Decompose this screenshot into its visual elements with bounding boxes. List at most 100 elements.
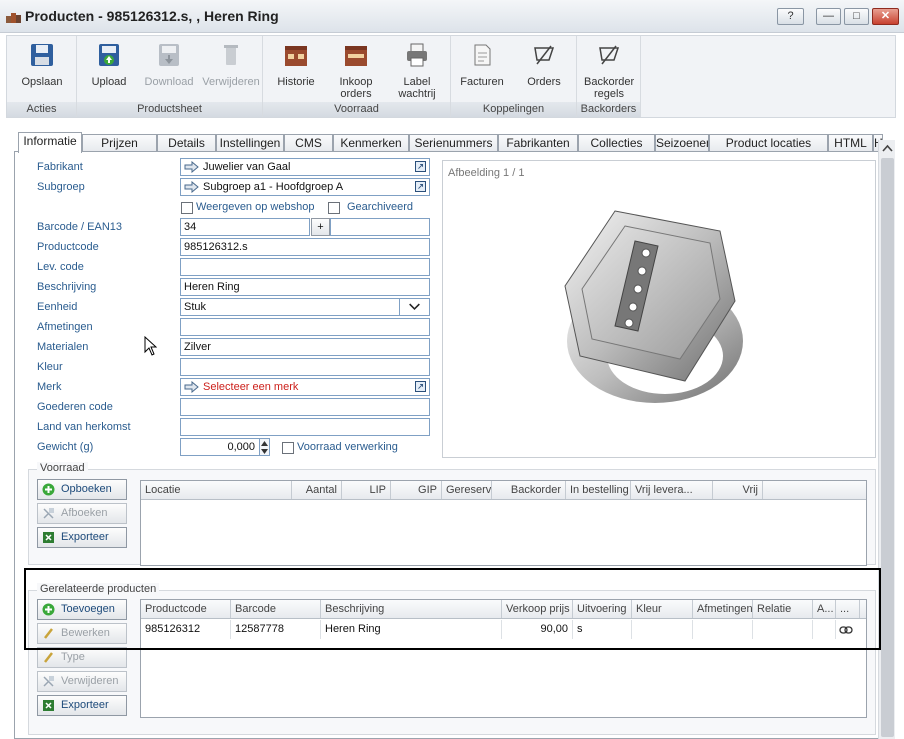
gerelateerd-column-header[interactable]: Barcode [231,600,321,618]
gerelateerd-column-header[interactable]: Relatie [753,600,813,618]
merk-lookup[interactable]: Selecteer een merk [180,378,430,396]
materialen-input[interactable]: Zilver [180,338,430,356]
open-link-icon[interactable] [415,181,426,192]
table-cell-kleur[interactable] [632,620,693,639]
add-barcode-button[interactable]: + [311,218,330,236]
voorraad-column-header[interactable]: Locatie [141,481,292,499]
gerelateerd-column-header[interactable]: Afmetingen [693,600,753,618]
webshop-checkbox[interactable] [181,202,193,214]
eenheid-select[interactable]: Stuk [180,298,430,316]
gerelateerd-column-header[interactable]: Uitvoering [573,600,632,618]
type-button[interactable]: Type [37,647,127,668]
voorraad-column-header[interactable]: Vrij [713,481,763,499]
bewerken-button[interactable]: Bewerken [37,623,127,644]
tab-informatie[interactable]: Informatie [18,132,82,153]
afmetingen-input[interactable] [180,318,430,336]
table-cell-relatie[interactable] [753,620,813,639]
label-queue-button[interactable]: Label wachtrij [388,42,446,100]
voorraad-column-header[interactable]: GIP [391,481,442,499]
kleur-input[interactable] [180,358,430,376]
help-button[interactable]: ? [777,8,804,25]
subgroep-lookup[interactable]: Subgroep a1 - Hoofdgroep A [180,178,430,196]
spin-up-icon[interactable] [261,441,268,446]
download-button[interactable]: Download [140,42,198,88]
tab-instellingen[interactable]: Instellingen [216,134,284,152]
gerelateerd-column-header[interactable]: Beschrijving [321,600,502,618]
gerelateerd-grid[interactable]: Productcode Barcode Beschrijving Verkoop pr… [140,599,867,718]
upload-icon [99,44,119,66]
productcode-input[interactable]: 985126312.s [180,238,430,256]
upload-button[interactable]: Upload [80,42,138,88]
maximize-button[interactable]: □ [844,8,869,25]
gewicht-spinner[interactable] [259,438,270,456]
gerelateerd-column-header[interactable]: ... [836,600,860,618]
voorraad-column-header[interactable]: Vrij levera... [631,481,713,499]
minimize-button[interactable]: — [816,8,841,25]
voorraad-exporteer-button[interactable]: Exporteer [37,527,127,548]
table-cell-uitvoering[interactable]: s [573,620,632,639]
tab-html[interactable]: HTML [828,134,873,152]
table-cell-beschrijving[interactable]: Heren Ring [321,620,502,639]
table-cell-barcode[interactable]: 12587778 [231,620,321,639]
fabrikant-lookup[interactable]: Juwelier van Gaal [180,158,430,176]
gerelateerd-column-header[interactable]: A... [813,600,836,618]
label-fabrikant: Fabrikant [37,161,83,173]
open-link-icon[interactable] [415,381,426,392]
tab-details[interactable]: Details [157,134,216,152]
tab-fabrikanten[interactable]: Fabrikanten [498,134,578,152]
scroll-up-icon[interactable] [882,144,893,152]
table-cell-prijs[interactable]: 90,00 [502,620,573,639]
voorraad-grid[interactable]: LocatieAantalLIPGIPGereserv...BackorderI… [140,480,867,566]
save-button[interactable]: Opslaan [13,42,71,88]
window-title: Producten - 985126312.s, , Heren Ring [25,8,279,24]
voorraad-verwerking-checkbox[interactable] [282,442,294,454]
table-cell-a[interactable] [813,620,836,639]
voorraad-column-header[interactable]: Aantal [292,481,342,499]
opboeken-button[interactable]: Opboeken [37,479,127,500]
purchase-orders-button[interactable]: Inkoop orders [327,42,385,100]
tab-kenmerken[interactable]: Kenmerken [333,134,409,152]
voorraad-column-header[interactable]: Gereserv... [442,481,492,499]
goederen-code-input[interactable] [180,398,430,416]
gerelateerd-exporteer-button[interactable]: Exporteer [37,695,127,716]
link-icon[interactable] [839,626,853,634]
voorraad-column-header[interactable]: In bestelling [566,481,631,499]
spin-down-icon[interactable] [261,449,268,454]
verwijderen-button[interactable]: Verwijderen [37,671,127,692]
ribbon-group-koppelingen: Facturen Orders Koppelingen [451,36,577,117]
beschrijving-input[interactable]: Heren Ring [180,278,430,296]
vertical-scrollbar[interactable] [878,140,895,739]
barcode-extra-input[interactable] [330,218,430,236]
gerelateerd-column-header[interactable]: Productcode [141,600,231,618]
gewicht-input[interactable]: 0,000 [180,438,260,456]
tab-collecties[interactable]: Collecties [578,134,655,152]
close-button[interactable]: ✕ [872,8,899,25]
lev-code-input[interactable] [180,258,430,276]
delete-productsheet-button[interactable]: Verwijderen [202,42,260,88]
land-van-herkomst-input[interactable] [180,418,430,436]
chevron-down-icon[interactable] [399,299,429,315]
invoices-button[interactable]: Facturen [453,42,511,88]
arrow-right-icon [184,381,199,393]
scrollbar-thumb[interactable] [881,158,894,737]
tab-product-locaties[interactable]: Product locaties [709,134,828,152]
tab-seizoenen[interactable]: Seizoenen [655,134,709,152]
backorder-rules-button[interactable]: Backorder regels [580,42,638,100]
product-image[interactable] [560,191,750,431]
tab-serienummers[interactable]: Serienummers [409,134,498,152]
gerelateerd-column-header[interactable]: Verkoop prijs [502,600,573,618]
toevoegen-button[interactable]: Toevoegen [37,599,127,620]
table-cell-afmetingen[interactable] [693,620,753,639]
afboeken-button[interactable]: Afboeken [37,503,127,524]
barcode-input[interactable]: 34 [180,218,310,236]
gerelateerd-column-header[interactable]: Kleur [632,600,693,618]
table-cell-productcode[interactable]: 985126312 [141,620,231,639]
open-link-icon[interactable] [415,161,426,172]
voorraad-column-header[interactable]: LIP [342,481,391,499]
tab-prijzen[interactable]: Prijzen [82,134,157,152]
tab-cms[interactable]: CMS [284,134,333,152]
archived-checkbox[interactable] [328,202,340,214]
voorraad-column-header[interactable]: Backorder [492,481,566,499]
history-button[interactable]: Historie [267,42,325,88]
orders-button[interactable]: Orders [515,42,573,88]
